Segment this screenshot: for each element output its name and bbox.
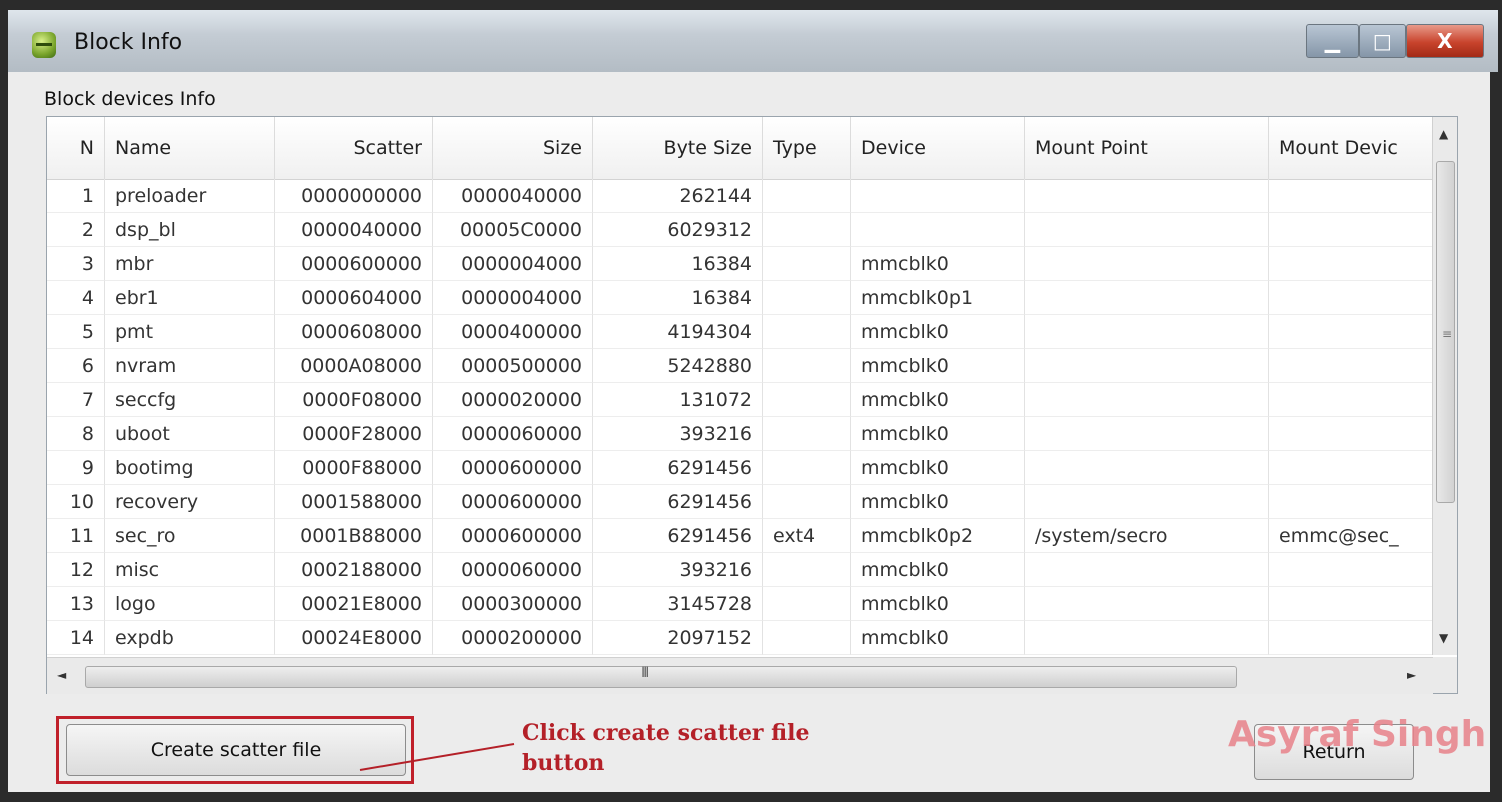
- block-info-window: Block Info ▁ □ X Block devices Info N Na…: [0, 0, 1502, 802]
- callout-line: [359, 743, 515, 771]
- callout-pointer: [359, 743, 515, 771]
- annotation-line-1: Click create scatter file: [522, 720, 810, 746]
- watermark: Asyraf Singh: [1228, 714, 1487, 755]
- annotation-text: Click create scatter file button: [522, 718, 810, 778]
- annotation-line-2: button: [522, 750, 605, 776]
